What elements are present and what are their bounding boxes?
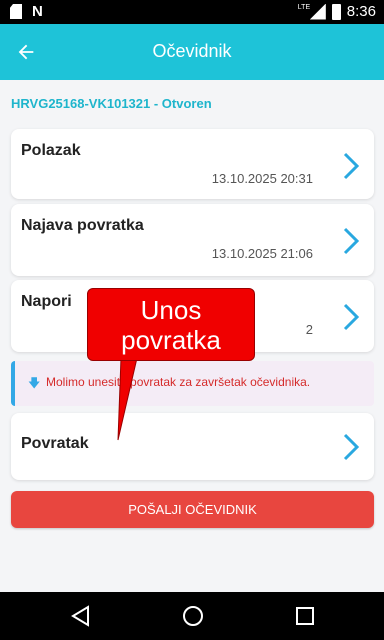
callout-annotation: Unos povratka [87, 288, 255, 361]
signal-icon [309, 3, 326, 20]
record-id-status: HRVG25168-VK101321 - Otvoren [11, 96, 212, 111]
app-bar: Očevidnik [0, 24, 384, 80]
chevron-right-icon [340, 302, 362, 332]
n-icon: N [32, 3, 43, 20]
triangle-back-icon [71, 605, 89, 627]
callout-line-2: povratka [121, 325, 221, 355]
card-value: 13.10.2025 20:31 [211, 171, 313, 186]
page-title: Očevidnik [152, 41, 232, 61]
card-value: 2 [305, 322, 313, 337]
submit-button[interactable]: POŠALJI OČEVIDNIK [11, 491, 374, 528]
info-alert: 🡇 Molimo unesite povratak za završetak o… [11, 361, 374, 406]
arrow-down-icon: 🡇 [28, 376, 41, 390]
card-polazak[interactable]: Polazak 13.10.2025 20:31 [11, 129, 374, 199]
chevron-right-icon [340, 226, 362, 256]
card-title: Polazak [21, 142, 81, 159]
card-title: Povratak [21, 435, 89, 452]
nav-back-button[interactable] [69, 604, 93, 628]
clock: 8:36 [346, 3, 376, 20]
card-najava-povratka[interactable]: Najava povratka 13.10.2025 21:06 [11, 204, 374, 276]
card-title: Napori [21, 293, 72, 310]
chevron-right-icon [340, 432, 362, 462]
card-povratak[interactable]: Povratak [11, 413, 374, 480]
card-title: Najava povratka [21, 217, 144, 234]
nav-recents-button[interactable] [293, 604, 317, 628]
nav-home-button[interactable] [181, 604, 205, 628]
alert-text: Molimo unesite povratak za završetak oče… [46, 375, 311, 389]
status-bar: N LTE 8:36 [0, 0, 384, 24]
callout-line-1: Unos [140, 295, 202, 325]
sd-card-icon [10, 4, 22, 19]
square-recents-icon [296, 607, 314, 625]
chevron-right-icon [340, 151, 362, 181]
card-value: 13.10.2025 21:06 [211, 246, 313, 261]
circle-home-icon [183, 606, 203, 626]
battery-icon [331, 3, 341, 20]
system-nav-bar [0, 592, 384, 640]
network-type: LTE [297, 3, 311, 11]
